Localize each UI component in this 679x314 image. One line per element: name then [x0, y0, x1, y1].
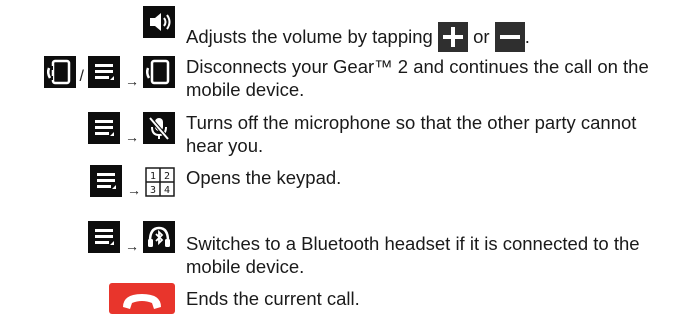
volume-text-pre: Adjusts the volume by tapping [186, 26, 433, 47]
menu-icon [90, 165, 122, 197]
menu-icon [88, 221, 120, 253]
arrow-icon: → [127, 182, 141, 198]
keypad-digit: 4 [164, 185, 170, 196]
arrow-icon: → [125, 129, 139, 145]
slash-separator: / [79, 68, 84, 85]
arrow-icon: → [125, 238, 139, 254]
phone-icon [143, 56, 175, 88]
menu-icon [88, 56, 120, 88]
end-call-icon [109, 283, 175, 314]
keypad-digit: 1 [150, 171, 156, 182]
mute-microphone-icon [143, 112, 175, 144]
row-disconnect-text: Disconnects your Gear™ 2 and continues t… [186, 56, 649, 100]
menu-icon [88, 112, 120, 144]
plus-icon [437, 22, 468, 52]
minus-icon [494, 22, 525, 52]
volume-text-or: or [473, 26, 490, 47]
arrow-icon: → [125, 73, 139, 89]
row-volume-text: Adjusts the volume by tapping or . [186, 22, 666, 52]
row-end-call-text: Ends the current call. [186, 288, 360, 309]
volume-text-post: . [524, 26, 530, 47]
bluetooth-headset-icon [143, 221, 175, 253]
row-keypad-text: Opens the keypad. [186, 167, 342, 188]
keypad-icon: 1 2 3 4 [145, 167, 175, 197]
speaker-icon [143, 6, 175, 38]
row-mute-text: Turns off the microphone so that the oth… [186, 112, 637, 156]
keypad-digit: 3 [150, 185, 156, 196]
phone-icon [43, 56, 76, 88]
keypad-digit: 2 [164, 171, 170, 182]
row-bluetooth-text: Switches to a Bluetooth headset if it is… [186, 233, 640, 277]
